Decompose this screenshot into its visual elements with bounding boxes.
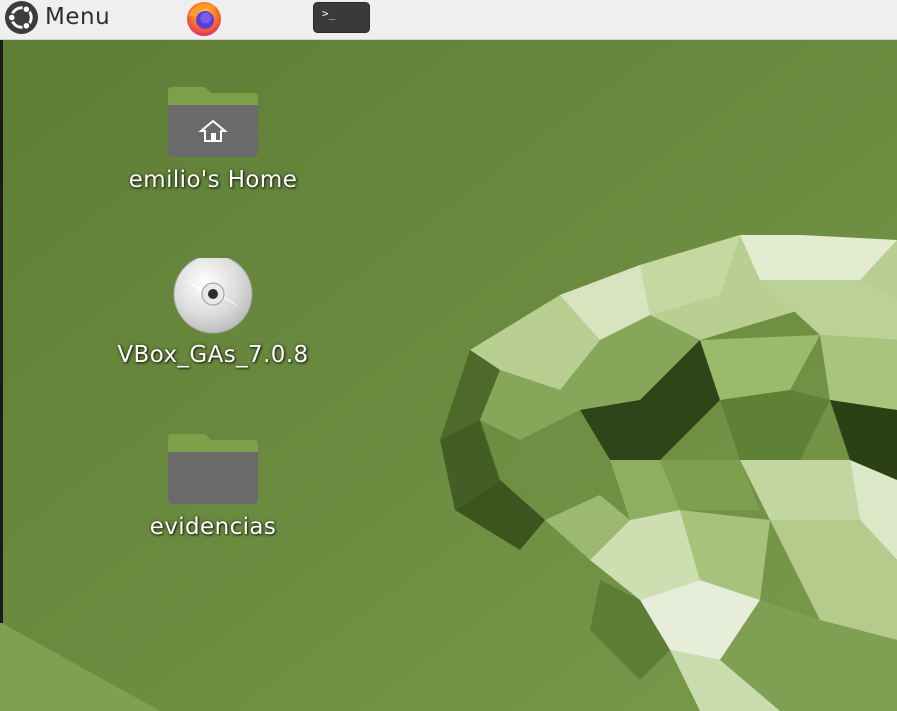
home-folder-icon (168, 87, 258, 157)
folder-icon (168, 434, 258, 504)
terminal-icon: >_ (313, 2, 370, 33)
ubuntu-logo-icon (4, 0, 39, 35)
window-left-edge (0, 40, 3, 623)
top-panel: Menu >_ (0, 0, 897, 40)
desktop-icon-evidencias[interactable]: evidencias (88, 430, 338, 560)
terminal-glyph: >_ (322, 7, 336, 20)
menu-button[interactable]: Menu (0, 0, 172, 36)
desktop-icon-label: VBox_GAs_7.0.8 (117, 342, 309, 368)
desktop[interactable]: emilio's Home VBox_GAs_7.0.8 evidencias (0, 40, 897, 711)
desktop-icon-vbox-disc[interactable]: VBox_GAs_7.0.8 (88, 258, 338, 388)
desktop-icon-label: emilio's Home (128, 167, 298, 193)
firefox-icon (187, 2, 221, 36)
optical-disc-icon (173, 258, 253, 334)
desktop-icon-label: evidencias (149, 514, 277, 540)
desktop-icon-home[interactable]: emilio's Home (88, 83, 338, 213)
terminal-launcher[interactable]: >_ (313, 2, 370, 33)
firefox-launcher[interactable] (178, 0, 230, 38)
menu-label: Menu (45, 4, 111, 30)
